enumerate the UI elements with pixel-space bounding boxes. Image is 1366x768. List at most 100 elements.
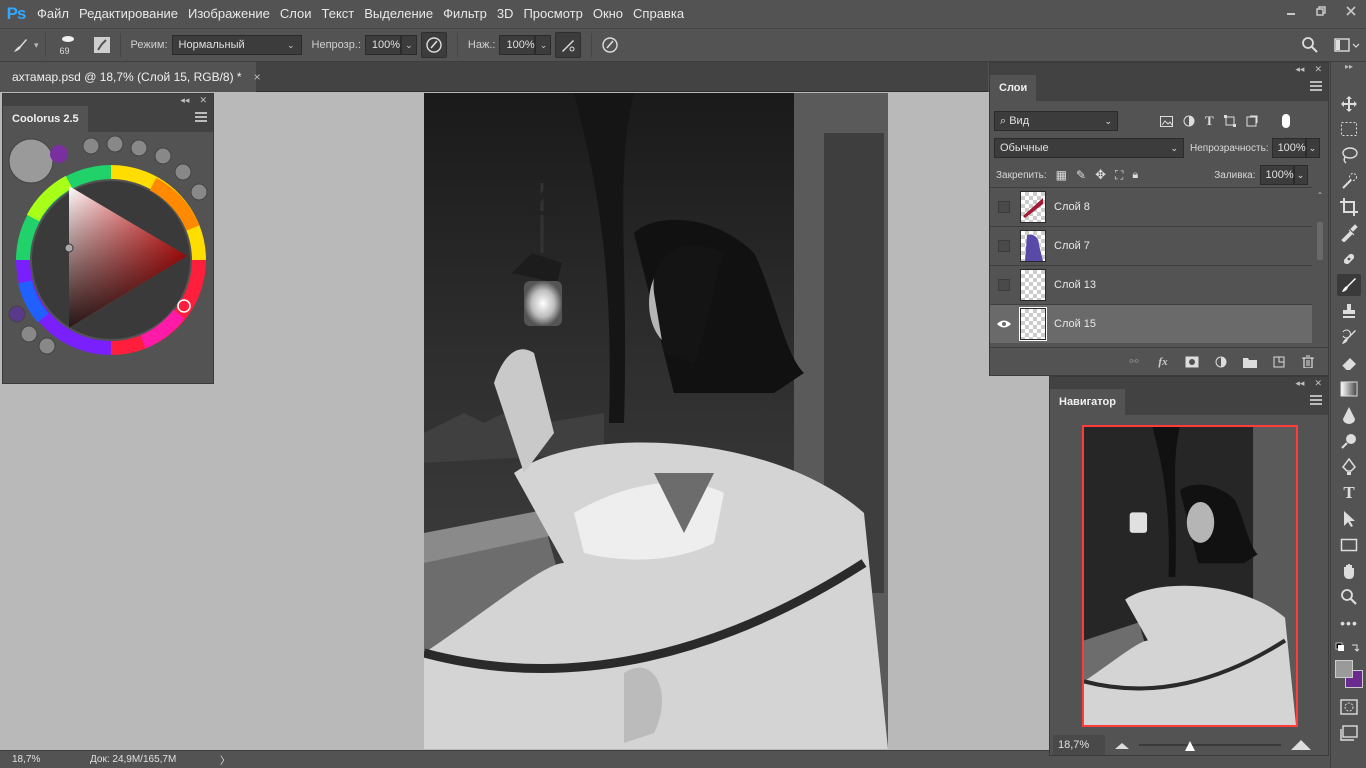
panel-menu-icon[interactable]	[1310, 81, 1322, 91]
menu-type[interactable]: Текст	[317, 0, 360, 28]
close-panel-icon[interactable]: ✕	[199, 95, 207, 106]
clone-stamp-tool[interactable]	[1337, 300, 1361, 322]
marquee-tool[interactable]	[1337, 118, 1361, 140]
lock-all-icon[interactable]: 🔒︎	[1132, 169, 1138, 182]
collapse-icon[interactable]: ◂◂	[180, 95, 189, 106]
secondary-color-swatch[interactable]	[50, 145, 68, 163]
crop-tool[interactable]	[1337, 196, 1361, 218]
filter-toggle[interactable]	[1281, 114, 1290, 128]
link-layers-icon[interactable]: ⚯	[1126, 354, 1142, 370]
flow-dropdown[interactable]: ⌄	[535, 35, 552, 55]
navigator-preview[interactable]	[1082, 425, 1298, 727]
layer-opacity-input[interactable]: 100%	[1271, 138, 1306, 158]
pressure-size-button[interactable]	[598, 33, 622, 57]
visibility-toggle[interactable]	[990, 279, 1018, 291]
flow-input[interactable]: 100%	[499, 35, 536, 55]
zoom-out-icon[interactable]	[1115, 741, 1129, 749]
menu-image[interactable]: Изображение	[183, 0, 275, 28]
fill-input[interactable]: 100%	[1259, 165, 1294, 185]
visibility-toggle[interactable]	[990, 201, 1018, 213]
collapse-icon[interactable]: ◂◂	[1295, 378, 1304, 389]
scroll-up-icon[interactable]: ⌃	[1314, 191, 1326, 200]
collapse-icon[interactable]: ◂◂	[1295, 64, 1304, 75]
brush-panel-toggle-icon[interactable]	[90, 33, 114, 57]
close-window-button[interactable]	[1336, 0, 1366, 22]
eraser-tool[interactable]	[1337, 352, 1361, 374]
fill-dropdown[interactable]: ⌄	[1293, 165, 1308, 185]
new-group-icon[interactable]	[1242, 354, 1258, 370]
blur-tool[interactable]	[1337, 404, 1361, 426]
menu-help[interactable]: Справка	[628, 0, 689, 28]
adjustment-layer-icon[interactable]	[1213, 354, 1229, 370]
pen-tool[interactable]	[1337, 456, 1361, 478]
pixel-filter-icon[interactable]	[1160, 115, 1173, 127]
new-layer-icon[interactable]	[1271, 354, 1287, 370]
screen-mode-tool[interactable]	[1337, 722, 1361, 744]
layer-row-selected[interactable]: Слой 15	[990, 305, 1312, 343]
menu-layer[interactable]: Слои	[275, 0, 317, 28]
chevron-down-icon[interactable]: ▾	[34, 40, 39, 51]
path-selection-tool[interactable]	[1337, 508, 1361, 530]
artwork-canvas[interactable]	[424, 93, 888, 749]
layer-row[interactable]: Слой 13	[990, 266, 1312, 305]
collapse-icon[interactable]: ▸▸	[1331, 62, 1366, 72]
pressure-opacity-button[interactable]	[420, 32, 447, 58]
zoom-tool[interactable]	[1337, 586, 1361, 608]
lasso-tool[interactable]	[1337, 144, 1361, 166]
lock-artboard-icon[interactable]: ⛶	[1115, 168, 1123, 183]
healing-brush-tool[interactable]	[1337, 248, 1361, 270]
lock-pixels-icon[interactable]: ✎	[1076, 168, 1086, 182]
gradient-tool[interactable]	[1337, 378, 1361, 400]
eyedropper-tool[interactable]	[1337, 222, 1361, 244]
quick-selection-tool[interactable]	[1337, 170, 1361, 192]
visibility-toggle[interactable]	[990, 319, 1018, 329]
menu-filter[interactable]: Фильтр	[438, 0, 492, 28]
lock-position-icon[interactable]: ✥	[1095, 167, 1106, 183]
type-filter-icon[interactable]: T	[1205, 113, 1214, 129]
zoom-level[interactable]: 18,7%	[12, 754, 90, 765]
menu-select[interactable]: Выделение	[359, 0, 438, 28]
menu-file[interactable]: Файл	[32, 0, 74, 28]
adjustment-filter-icon[interactable]	[1183, 115, 1195, 127]
quick-mask-tool[interactable]	[1337, 696, 1361, 718]
delete-layer-icon[interactable]	[1300, 354, 1316, 370]
opacity-dropdown[interactable]: ⌄	[400, 35, 417, 55]
default-colors-switch[interactable]	[1335, 642, 1363, 656]
layer-filter-select[interactable]: ⌕ Вид ⌄	[994, 111, 1118, 131]
layer-opacity-dropdown[interactable]: ⌄	[1305, 138, 1320, 158]
minimize-button[interactable]	[1276, 0, 1306, 22]
move-tool[interactable]	[1337, 93, 1361, 115]
navigator-zoom-input[interactable]: 18,7%	[1053, 735, 1105, 755]
panel-menu-icon[interactable]	[195, 112, 207, 122]
brush-tool-active[interactable]	[1337, 274, 1361, 296]
layer-scrollbar[interactable]: ⌃	[1314, 191, 1326, 341]
workspace-switcher[interactable]	[1332, 33, 1362, 57]
add-mask-icon[interactable]	[1184, 354, 1200, 370]
menu-window[interactable]: Окно	[588, 0, 628, 28]
status-menu-arrow[interactable]: 〉	[220, 752, 230, 767]
blend-mode-select[interactable]: Нормальный ⌄	[171, 35, 302, 55]
airbrush-button[interactable]	[555, 32, 582, 58]
current-color-swatch[interactable]	[8, 138, 54, 184]
tab-coolorus[interactable]: Coolorus 2.5	[3, 106, 88, 132]
close-panel-icon[interactable]: ✕	[1314, 64, 1322, 75]
rectangle-tool[interactable]	[1337, 534, 1361, 556]
layer-style-icon[interactable]: fx	[1155, 354, 1171, 370]
hue-handle[interactable]	[177, 299, 191, 313]
smart-object-filter-icon[interactable]	[1246, 115, 1258, 127]
hand-tool[interactable]	[1337, 560, 1361, 582]
color-wheel[interactable]	[3, 132, 213, 382]
lock-transparency-icon[interactable]: ▦	[1056, 168, 1067, 182]
document-tab[interactable]: ахтамар.psd @ 18,7% (Слой 15, RGB/8) * ×	[0, 62, 261, 92]
brush-size-picker[interactable]: 69	[52, 31, 84, 59]
menu-view[interactable]: Просмотр	[518, 0, 587, 28]
panel-menu-icon[interactable]	[1310, 395, 1322, 405]
scroll-thumb[interactable]	[1317, 222, 1323, 260]
foreground-color-swatch[interactable]	[1335, 660, 1353, 678]
menu-edit[interactable]: Редактирование	[74, 0, 183, 28]
menu-3d[interactable]: 3D	[492, 0, 519, 28]
restore-button[interactable]	[1306, 0, 1336, 22]
dodge-tool[interactable]	[1337, 430, 1361, 452]
visibility-toggle[interactable]	[990, 240, 1018, 252]
shape-filter-icon[interactable]	[1223, 115, 1236, 127]
